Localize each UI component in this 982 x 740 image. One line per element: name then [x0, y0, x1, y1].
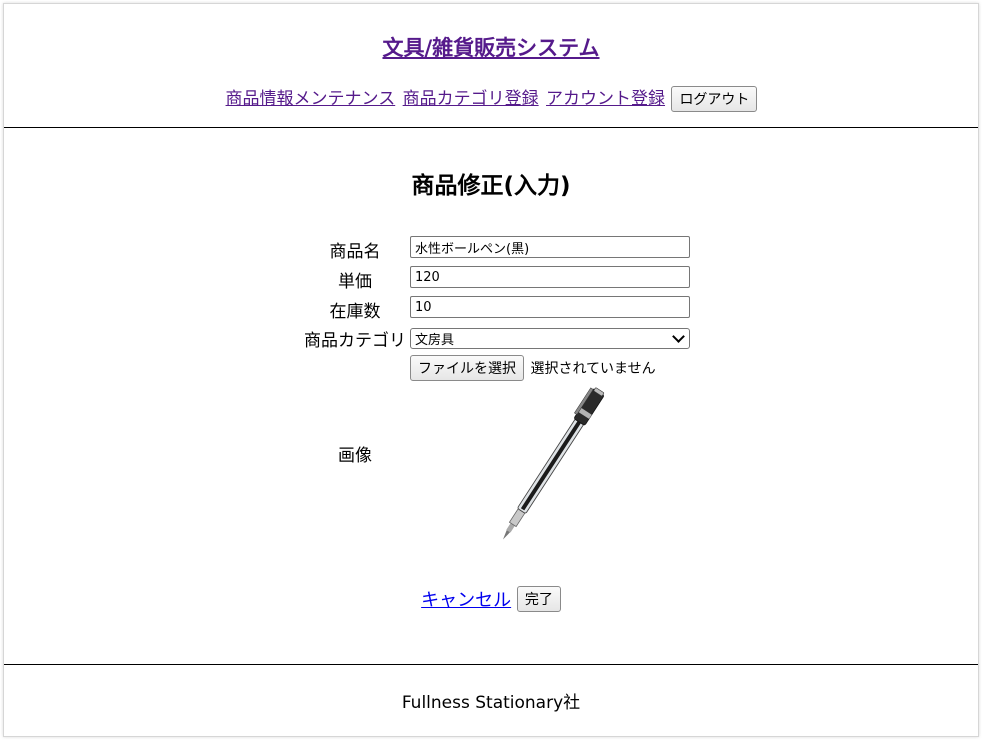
- header-divider: [4, 127, 978, 128]
- category-select[interactable]: 文房具: [410, 328, 690, 349]
- category-selected-value: 文房具: [415, 333, 455, 348]
- cancel-link[interactable]: キャンセル: [421, 590, 511, 611]
- file-input: ファイルを選択 選択されていません: [410, 355, 656, 381]
- footer-divider: [4, 664, 978, 665]
- site-title-link[interactable]: 文具/雑貨販売システム: [382, 36, 599, 60]
- chevron-down-icon: [672, 330, 685, 343]
- site-title: 文具/雑貨販売システム: [4, 32, 978, 62]
- form-actions: キャンセル 完了: [4, 586, 978, 612]
- image-label: 画像: [338, 446, 372, 466]
- nav-category-register[interactable]: 商品カテゴリ登録: [403, 89, 539, 109]
- file-status-text: 選択されていません: [530, 361, 656, 377]
- footer-company: Fullness Stationary社: [401, 693, 581, 713]
- stock-label: 在庫数: [329, 302, 381, 322]
- category-label: 商品カテゴリ: [304, 331, 406, 351]
- nav-account-register[interactable]: アカウント登録: [546, 89, 665, 109]
- choose-file-button[interactable]: ファイルを選択: [410, 355, 524, 381]
- page-title: 商品修正(入力): [411, 173, 571, 199]
- complete-button[interactable]: 完了: [516, 586, 561, 612]
- logout-button[interactable]: ログアウト: [671, 86, 758, 112]
- main-nav: 商品情報メンテナンス 商品カテゴリ登録 アカウント登録 ログアウト: [4, 84, 978, 112]
- name-label: 商品名: [329, 242, 381, 262]
- stock-input[interactable]: [410, 296, 690, 318]
- price-label: 単価: [338, 272, 372, 292]
- name-input[interactable]: [410, 236, 690, 258]
- nav-item-maintenance[interactable]: 商品情報メンテナンス: [226, 89, 396, 109]
- price-input[interactable]: [410, 266, 690, 288]
- browser-page: 文具/雑貨販売システム 商品情報メンテナンス 商品カテゴリ登録 アカウント登録 …: [3, 3, 979, 737]
- pen-image: [472, 384, 632, 544]
